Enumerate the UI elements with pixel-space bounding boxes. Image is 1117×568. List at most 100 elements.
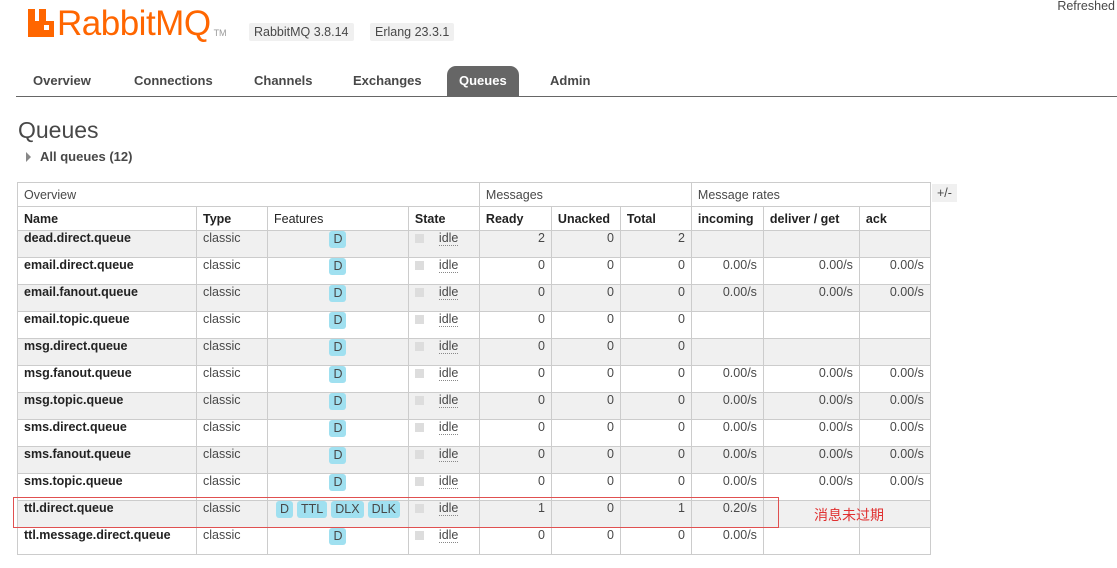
column-header-state[interactable]: State (407, 206, 480, 231)
incoming-rate (690, 311, 764, 339)
total-count: 2 (619, 230, 692, 258)
queue-name-link[interactable]: sms.direct.queue (17, 419, 197, 447)
ready-count: 0 (478, 257, 552, 285)
tab-admin[interactable]: Admin (538, 66, 602, 96)
queue-name-link[interactable]: email.fanout.queue (17, 284, 197, 312)
queue-name-link[interactable]: msg.direct.queue (17, 338, 197, 366)
rabbitmq-logo: RabbitMQ TM (28, 6, 227, 42)
queue-features: D (267, 527, 409, 555)
feature-badge: D (329, 474, 347, 491)
queue-type: classic (196, 284, 268, 312)
queue-name-link[interactable]: ttl.direct.queue (17, 500, 197, 528)
feature-badge: D (329, 258, 347, 275)
column-header-features: Features (267, 206, 409, 231)
state-indicator-icon (414, 315, 424, 325)
queue-name-link[interactable]: email.topic.queue (17, 311, 197, 339)
state-text: idle (438, 393, 459, 408)
state-indicator-icon (414, 396, 424, 406)
state-indicator-icon (414, 450, 424, 460)
table-row: dead.direct.queue classic Didle 2 0 2 (17, 230, 931, 258)
refreshed-label: Refreshed (1057, 0, 1115, 13)
queue-name-link[interactable]: msg.fanout.queue (17, 365, 197, 393)
column-header-ready[interactable]: Ready (478, 206, 552, 231)
ack-rate: 0.00/s (858, 473, 931, 501)
tab-overview[interactable]: Overview (21, 66, 103, 96)
all-queues-toggle[interactable]: All queues (12) (26, 149, 132, 164)
feature-badge: D (329, 312, 347, 329)
table-row: sms.topic.queue classic Didle 0 0 0 0.00/s 0.00… (17, 473, 931, 501)
queue-features: D TTL DLX DLK (267, 500, 409, 528)
ack-rate (858, 311, 931, 339)
state-text: idle (438, 312, 459, 327)
table-row: msg.direct.queue classic Didle 0 0 0 (17, 338, 931, 366)
unacked-count: 0 (550, 419, 621, 447)
main-nav-tabs: Overview Connections Channels Exchanges … (16, 64, 1117, 97)
table-row: sms.fanout.queue classic Didle 0 0 0 0.00/s 0.0… (17, 446, 931, 474)
state-text: idle (438, 474, 459, 489)
deliver-get-rate (762, 527, 860, 555)
rabbit-logo-icon (28, 9, 54, 37)
queue-name-link[interactable]: sms.topic.queue (17, 473, 197, 501)
state-indicator-icon (414, 288, 424, 298)
queue-type: classic (196, 392, 268, 420)
unacked-count: 0 (550, 230, 621, 258)
annotation-note: 消息未过期 (814, 508, 884, 524)
queue-type: classic (196, 419, 268, 447)
unacked-count: 0 (550, 284, 621, 312)
column-header-name[interactable]: Name (17, 206, 197, 231)
queue-state: idle (407, 257, 480, 285)
unacked-count: 0 (550, 500, 621, 528)
queue-name-link[interactable]: msg.topic.queue (17, 392, 197, 420)
column-header-type[interactable]: Type (196, 206, 268, 231)
queues-table: Overview Messages Message rates Name Typ… (17, 182, 931, 555)
column-header-ack[interactable]: ack (858, 206, 931, 231)
state-indicator-icon (414, 504, 424, 514)
queue-type: classic (196, 473, 268, 501)
tab-exchanges[interactable]: Exchanges (341, 66, 434, 96)
table-row: email.fanout.queue classic Didle 0 0 0 0.00/s 0… (17, 284, 931, 312)
queue-features: D (267, 284, 409, 312)
feature-badge: D (329, 447, 347, 464)
tab-connections[interactable]: Connections (122, 66, 225, 96)
all-queues-label: All queues (12) (40, 149, 133, 164)
column-header-unacked[interactable]: Unacked (550, 206, 621, 231)
column-header-incoming[interactable]: incoming (690, 206, 764, 231)
ack-rate (858, 527, 931, 555)
column-header-total[interactable]: Total (619, 206, 692, 231)
feature-badge: D (329, 366, 347, 383)
queue-name-link[interactable]: email.direct.queue (17, 257, 197, 285)
feature-badge: TTL (297, 501, 328, 518)
ready-count: 0 (478, 338, 552, 366)
queue-name-link[interactable]: ttl.message.direct.queue (17, 527, 197, 555)
incoming-rate: 0.00/s (690, 446, 764, 474)
ack-rate: 0.00/s (858, 257, 931, 285)
queue-state: idle (407, 473, 480, 501)
queue-features: D (267, 419, 409, 447)
state-indicator-icon (414, 369, 424, 379)
ack-rate: 0.00/s (858, 365, 931, 393)
deliver-get-rate: 0.00/s (762, 446, 860, 474)
queue-type: classic (196, 500, 268, 528)
total-count: 0 (619, 419, 692, 447)
incoming-rate: 0.00/s (690, 527, 764, 555)
feature-badge: D (276, 501, 294, 518)
total-count: 0 (619, 311, 692, 339)
column-options-button[interactable]: +/- (932, 184, 957, 202)
overview-group-header: Overview (17, 182, 480, 207)
total-count: 0 (619, 365, 692, 393)
unacked-count: 0 (550, 446, 621, 474)
table-row: msg.fanout.queue classic Didle 0 0 0 0.00/s 0.0… (17, 365, 931, 393)
messages-group-header: Messages (478, 182, 692, 207)
state-indicator-icon (414, 477, 424, 487)
queue-type: classic (196, 338, 268, 366)
erlang-version-badge: Erlang 23.3.1 (370, 23, 455, 41)
ack-rate (858, 230, 931, 258)
ready-count: 0 (478, 446, 552, 474)
queue-name-link[interactable]: dead.direct.queue (17, 230, 197, 258)
queue-name-link[interactable]: sms.fanout.queue (17, 446, 197, 474)
incoming-rate: 0.00/s (690, 392, 764, 420)
tab-queues[interactable]: Queues (447, 66, 519, 96)
column-header-deliver-get[interactable]: deliver / get (762, 206, 860, 231)
queue-type: classic (196, 230, 268, 258)
tab-channels[interactable]: Channels (242, 66, 325, 96)
